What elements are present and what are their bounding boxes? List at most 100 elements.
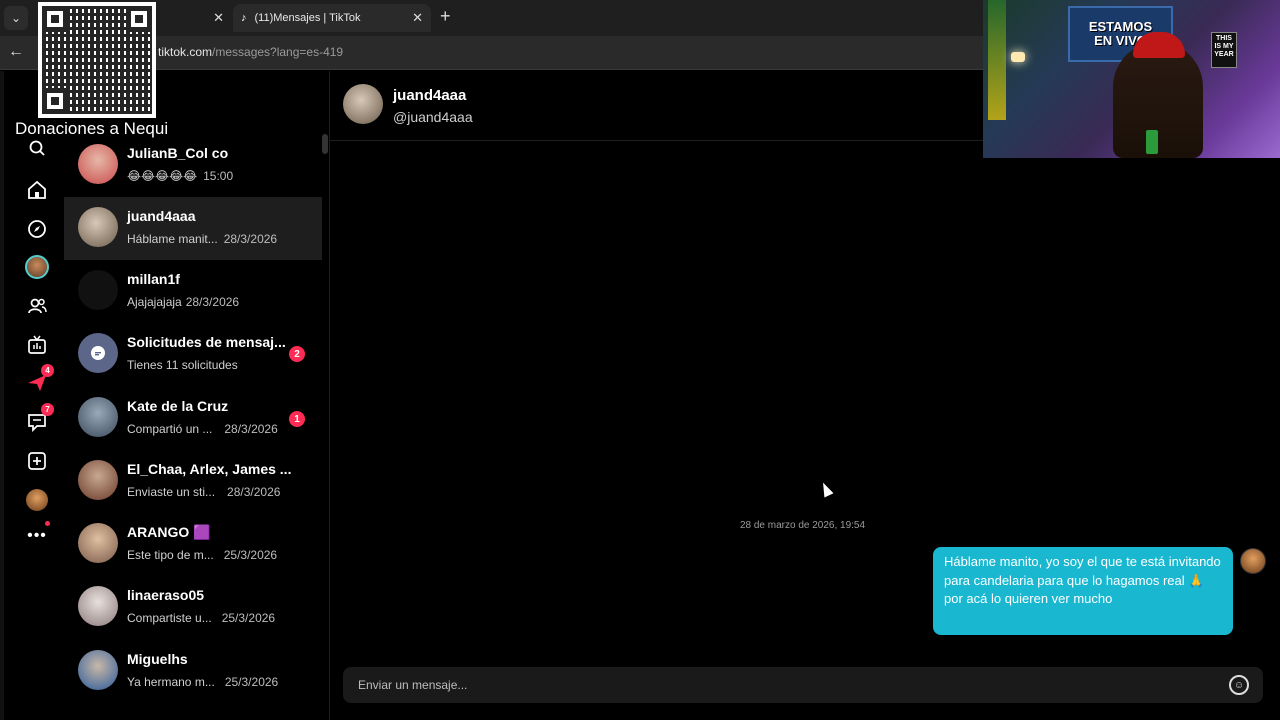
close-tab-icon[interactable]: ✕	[412, 10, 423, 26]
chat-panel: juand4aaa @juand4aaa 28 de marzo de 2026…	[330, 71, 1280, 720]
avatar	[78, 144, 118, 184]
conversation-time: 25/3/2026	[221, 611, 276, 625]
qr-pattern	[42, 6, 152, 114]
conversation-time: 25/3/2026	[224, 675, 279, 689]
browser-tab-active[interactable]: ♪ (11)Mensajes | TikTok ✕	[233, 4, 431, 32]
home-icon[interactable]	[22, 175, 52, 205]
tiktok-favicon-icon: ♪	[241, 12, 247, 24]
friends-icon[interactable]	[22, 291, 52, 321]
message-input[interactable]	[343, 667, 1223, 703]
conversation-item[interactable]: linaeraso05 Compartiste u... 25/3/2026	[64, 576, 322, 639]
conversation-preview: Este tipo de m... 25/3/2026	[127, 548, 277, 562]
conversation-item[interactable]: Kate de la Cruz Compartió un ... 28/3/202…	[64, 387, 322, 450]
conversation-name: JulianB_Col co	[127, 145, 229, 161]
messages-badge: 7	[41, 403, 54, 416]
explore-compass-icon[interactable]	[22, 214, 52, 244]
conversation-time: 15:00	[203, 169, 234, 183]
conversation-preview: Compartió un ... 28/3/2026	[127, 422, 278, 436]
conversation-time: 28/3/2026	[185, 295, 240, 309]
webcam-flag	[988, 0, 1006, 120]
preview-text: Compartiste u...	[127, 611, 212, 625]
live-tv-icon[interactable]	[22, 330, 52, 360]
tiktok-nav-rail: 4 7 •••	[0, 71, 64, 720]
avatar	[26, 489, 48, 511]
conversation-item[interactable]: ARANGO 🟪 Este tipo de m... 25/3/2026	[64, 513, 322, 576]
messages-icon[interactable]: 7	[22, 403, 54, 437]
sent-message-bubble[interactable]: Háblame manito, yo soy el que te está in…	[933, 547, 1233, 635]
message-composer: ☺	[343, 667, 1263, 703]
conversation-name: ARANGO 🟪	[127, 524, 211, 540]
webcam-overlay: ESTAMOS EN VIVO THIS IS MY YEAR	[983, 0, 1280, 158]
streamer	[1113, 42, 1203, 158]
drink-can	[1146, 130, 1158, 154]
webcam-poster: THIS IS MY YEAR	[1211, 32, 1237, 68]
message-requests-icon	[78, 333, 118, 373]
url-host: tiktok.com	[158, 45, 213, 59]
avatar	[78, 207, 118, 247]
conversation-name: linaeraso05	[127, 587, 205, 603]
conversation-list: JulianB_Col co 😂😂😂😂😂 15:00 juand4aaa Hábl…	[64, 71, 330, 720]
conversation-time: 28/3/2026	[227, 485, 281, 499]
conversation-item-selected[interactable]: juand4aaa Háblame manit... 28/3/2026	[64, 197, 322, 260]
preview-text: 😂😂😂😂😂	[127, 169, 198, 183]
avatar	[78, 523, 118, 563]
live-sign-line1: ESTAMOS	[1088, 19, 1153, 34]
url-field[interactable]: tiktok.com/messages?lang=es-419	[158, 45, 343, 59]
preview-text: Compartió un ...	[127, 422, 213, 436]
conversation-preview: Ya hermano m... 25/3/2026	[127, 675, 278, 689]
more-notification-dot	[45, 521, 50, 526]
preview-text: Háblame manit...	[127, 232, 218, 246]
conversation-preview: 😂😂😂😂😂 15:00	[127, 169, 233, 183]
preview-text: Este tipo de m...	[127, 548, 214, 562]
new-tab-plus-icon[interactable]: +	[440, 6, 451, 27]
emoji-icon[interactable]: ☺	[1229, 675, 1249, 695]
chat-contact-name[interactable]: juand4aaa	[393, 87, 466, 104]
conversation-list-scrollbar[interactable]	[322, 134, 328, 154]
upload-plus-icon[interactable]	[22, 446, 52, 476]
conversation-preview: Compartiste u... 25/3/2026	[127, 611, 275, 625]
sender-avatar	[1240, 548, 1266, 574]
conversation-preview: Tienes 11 solicitudes	[127, 358, 238, 372]
url-path: /messages?lang=es-419	[212, 45, 344, 59]
activity-badge: 4	[41, 364, 54, 377]
preview-text: Ajajajajaja	[127, 295, 182, 309]
preview-text: Ya hermano m...	[127, 675, 215, 689]
donation-label: Donaciones a Nequi	[15, 119, 169, 138]
conversation-preview: Enviaste un sti... 28/3/2026	[127, 485, 280, 499]
webcam-lamp	[1011, 52, 1025, 62]
tab-title: (11)Mensajes | TikTok	[254, 12, 361, 24]
tab-search-chevron-icon[interactable]: ⌄	[4, 6, 28, 30]
message-requests-item[interactable]: Solicitudes de mensaj... Tienes 11 solic…	[64, 323, 322, 386]
qr-finder-mark	[42, 88, 68, 114]
browser-tab-inactive[interactable]: ✕	[160, 4, 232, 32]
avatar	[78, 270, 118, 310]
conversation-preview: Háblame manit... 28/3/2026	[127, 232, 277, 246]
back-arrow-icon[interactable]: ←	[8, 43, 24, 61]
close-tab-icon[interactable]: ✕	[213, 10, 224, 26]
conversation-preview: Ajajajajaja 28/3/2026	[127, 295, 239, 309]
avatar	[25, 255, 49, 279]
unread-badge: 1	[289, 411, 305, 427]
donation-qr-code	[38, 2, 156, 118]
conversation-name: Kate de la Cruz	[127, 398, 229, 414]
conversation-name: Miguelhs	[127, 651, 188, 667]
conversation-item[interactable]: Miguelhs Ya hermano m... 25/3/2026	[64, 640, 322, 703]
more-dots-icon[interactable]: •••	[22, 521, 52, 551]
avatar	[78, 397, 118, 437]
conversation-time: 25/3/2026	[223, 548, 278, 562]
activity-send-icon[interactable]: 4	[22, 364, 54, 398]
chat-contact-avatar[interactable]	[343, 84, 383, 124]
conversation-item[interactable]: JulianB_Col co 😂😂😂😂😂 15:00	[64, 134, 322, 197]
profile-avatar-icon[interactable]	[22, 485, 52, 515]
streamer-cap	[1133, 32, 1185, 58]
qr-finder-mark	[42, 6, 68, 32]
avatar	[78, 586, 118, 626]
conversation-item[interactable]: El_Chaa, Arlex, James ... Enviaste un st…	[64, 450, 322, 513]
message-date-separator: 28 de marzo de 2026, 19:54	[739, 520, 866, 531]
following-avatar-icon[interactable]	[22, 252, 52, 282]
conversation-item[interactable]: millan1f Ajajajajaja 28/3/2026	[64, 260, 322, 323]
conversation-name: millan1f	[127, 271, 180, 287]
preview-text: Enviaste un sti...	[127, 485, 216, 499]
avatar	[78, 650, 118, 690]
chat-contact-handle[interactable]: @juand4aaa	[393, 109, 473, 125]
